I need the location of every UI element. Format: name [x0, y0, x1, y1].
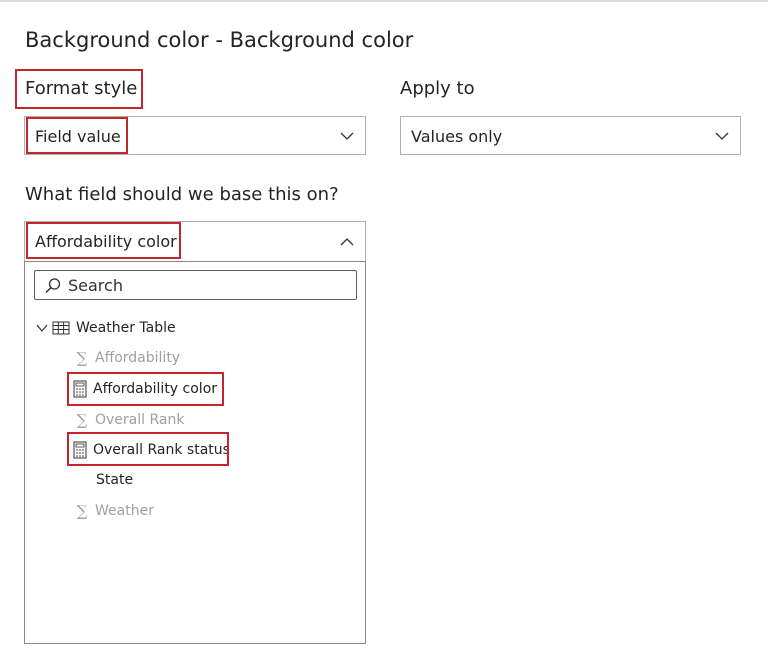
chevron-down-icon [340, 132, 354, 140]
tree-item-weather[interactable]: ∑ Weather [75, 499, 154, 523]
affordability-color-highlight [67, 372, 224, 406]
sigma-icon: ∑ [76, 349, 88, 367]
field-label: State [96, 472, 134, 488]
search-placeholder: Search [68, 276, 123, 295]
table-name: Weather Table [76, 320, 176, 336]
tree-item-state[interactable]: State [90, 468, 133, 492]
sigma-icon: ∑ [76, 502, 88, 520]
format-style-label-highlight [15, 69, 143, 109]
field-label: Affordability [95, 350, 181, 366]
search-input[interactable]: Search [34, 270, 357, 300]
search-icon [45, 278, 61, 294]
apply-to-dropdown[interactable]: Values only [400, 116, 741, 155]
top-divider [0, 0, 768, 2]
chevron-down-icon [715, 132, 729, 140]
format-style-value-highlight [26, 117, 128, 154]
chevron-down-icon[interactable] [35, 321, 49, 335]
page-title: Background color - Background color [25, 28, 414, 52]
apply-to-value: Values only [411, 127, 503, 146]
field-label: Overall Rank [95, 412, 185, 428]
tree-item-weather-table[interactable]: Weather Table [35, 316, 176, 340]
table-icon [52, 321, 70, 335]
tree-item-overall-rank[interactable]: ∑ Overall Rank [75, 408, 185, 432]
apply-to-label: Apply to [400, 78, 475, 99]
base-field-label: What field should we base this on? [25, 184, 339, 205]
base-field-value-highlight [26, 222, 181, 259]
tree-item-affordability[interactable]: ∑ Affordability [75, 346, 180, 370]
chevron-up-icon [340, 238, 354, 246]
field-label: Weather [95, 503, 154, 519]
sigma-icon: ∑ [76, 411, 88, 429]
overall-rank-status-highlight [67, 432, 229, 466]
